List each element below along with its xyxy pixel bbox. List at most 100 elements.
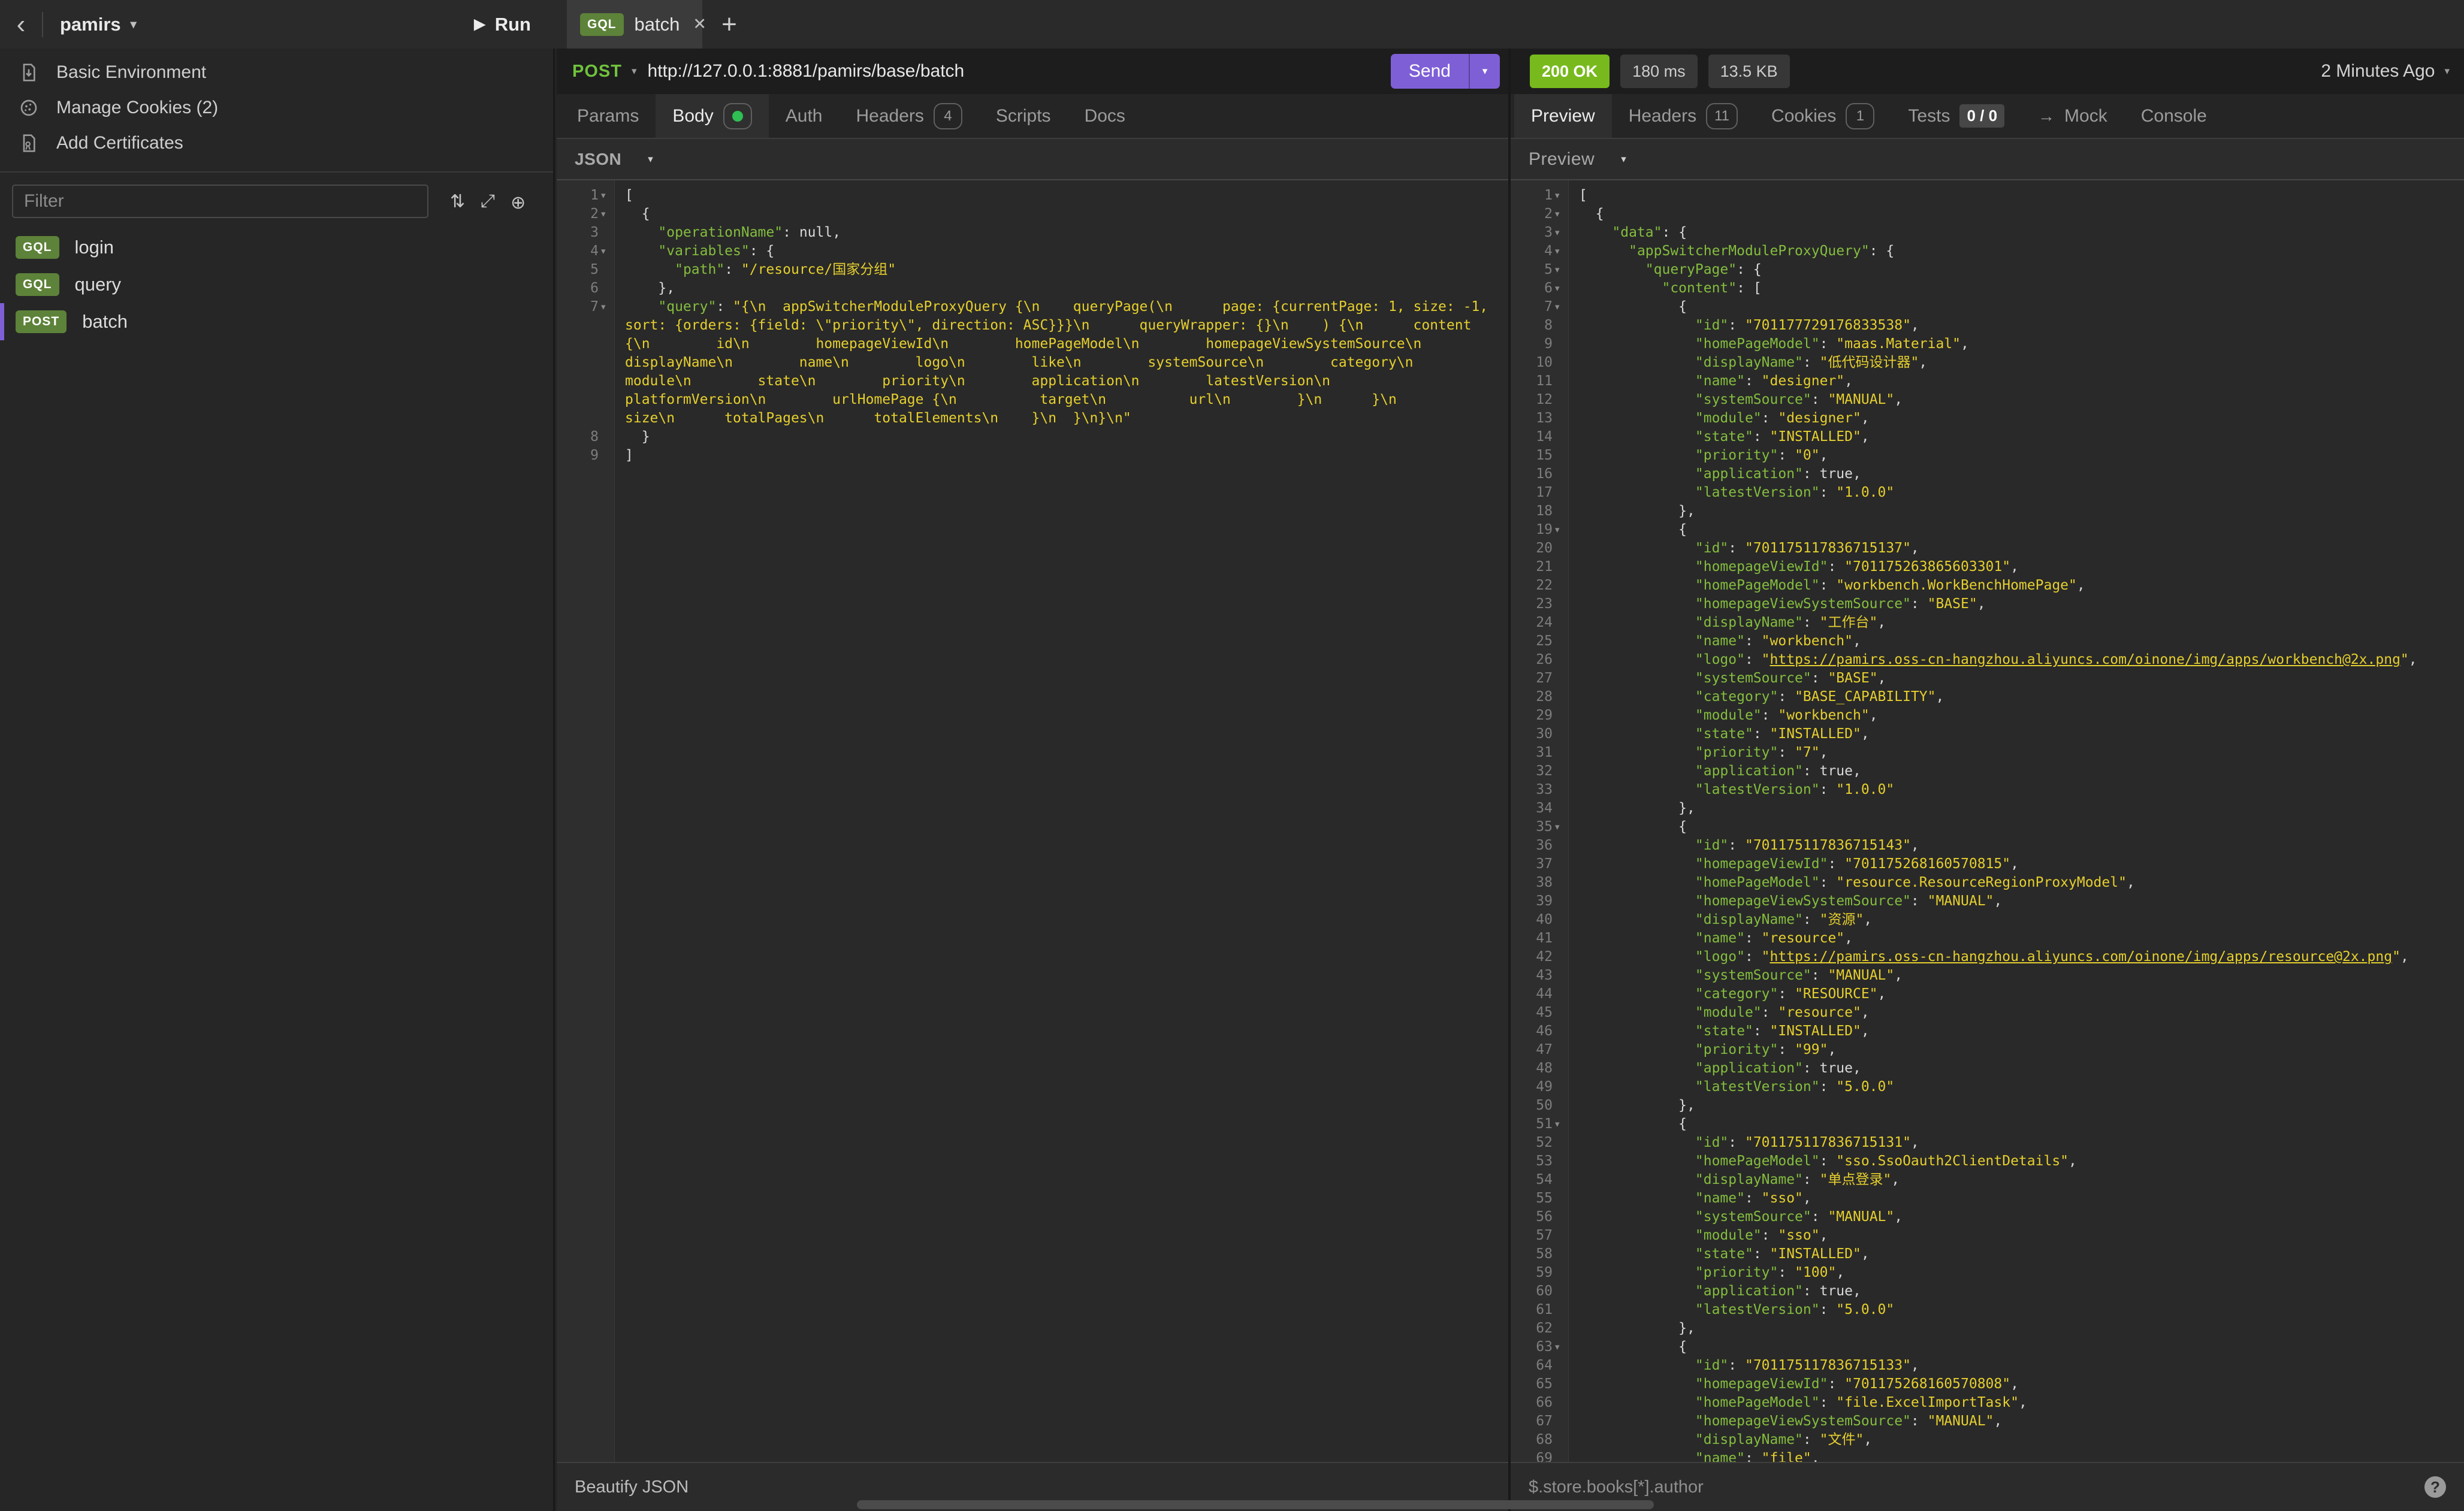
code-line: 18 }, bbox=[1511, 502, 2464, 521]
workspace-selector[interactable]: pamirs ▾ bbox=[60, 14, 137, 35]
help-icon: ? bbox=[2430, 1478, 2440, 1497]
request-item-query[interactable]: GQL query bbox=[0, 266, 553, 303]
code-line: 60 "application": true, bbox=[1511, 1282, 2464, 1301]
response-history-dropdown[interactable]: 2 Minutes Ago ▾ bbox=[2321, 61, 2450, 81]
code-line: 30 "state": "INSTALLED", bbox=[1511, 725, 2464, 744]
fold-caret-icon bbox=[1553, 465, 1568, 483]
tab-auth[interactable]: Auth bbox=[769, 94, 840, 138]
fold-caret-icon bbox=[1553, 1394, 1568, 1412]
fold-caret-icon[interactable]: ▾ bbox=[599, 205, 614, 223]
active-indicator bbox=[0, 303, 4, 340]
code-line: 2▾ { bbox=[1511, 205, 2464, 223]
code-line: 1▾[ bbox=[557, 186, 1508, 205]
request-body-editor[interactable]: 1▾[2▾ {3 "operationName": null,4▾ "varia… bbox=[557, 180, 1508, 1462]
filter-input[interactable] bbox=[12, 185, 428, 218]
new-tab-button[interactable]: + bbox=[702, 0, 756, 49]
fold-caret-icon[interactable]: ▾ bbox=[1553, 242, 1568, 261]
preview-mode-selector[interactable]: Preview bbox=[1529, 149, 1595, 170]
code-line: 9] bbox=[557, 446, 1508, 465]
back-button[interactable]: ‹ bbox=[0, 10, 42, 40]
tab-headers[interactable]: Headers 4 bbox=[839, 94, 979, 138]
fold-caret-icon[interactable]: ▾ bbox=[1553, 1115, 1568, 1134]
expand-all-button[interactable]: ⤢ bbox=[481, 191, 495, 211]
fold-caret-icon[interactable]: ▾ bbox=[1553, 186, 1568, 205]
code-line: 42 "logo": "https://pamirs.oss-cn-hangzh… bbox=[1511, 948, 2464, 966]
sort-icon: ⇅ bbox=[450, 192, 465, 211]
json-path-filter-input[interactable] bbox=[1529, 1477, 2424, 1497]
request-item-login[interactable]: GQL login bbox=[0, 229, 553, 266]
code-line: 31 "priority": "7", bbox=[1511, 744, 2464, 762]
fold-caret-icon bbox=[1553, 1449, 1568, 1462]
request-tab-batch[interactable]: GQL batch ✕ bbox=[567, 0, 702, 49]
fold-caret-icon[interactable]: ▾ bbox=[1553, 279, 1568, 298]
fold-caret-icon[interactable]: ▾ bbox=[1553, 223, 1568, 242]
add-circle-icon: ⊕ bbox=[511, 193, 526, 213]
fold-caret-icon bbox=[1553, 985, 1568, 1004]
code-line: 67 "homepageViewSystemSource": "MANUAL", bbox=[1511, 1412, 2464, 1431]
tab-mock[interactable]: → Mock bbox=[2021, 94, 2124, 138]
fold-caret-icon[interactable]: ▾ bbox=[1553, 818, 1568, 836]
horizontal-scrollbar-thumb[interactable] bbox=[857, 1500, 1654, 1509]
code-line: 19▾ { bbox=[1511, 521, 2464, 539]
code-line: 17 "latestVersion": "1.0.0" bbox=[1511, 483, 2464, 502]
request-item-batch[interactable]: POST batch bbox=[0, 303, 553, 340]
request-panel: POST ▾ Send ▾ Params Body Auth Headers 4 bbox=[557, 49, 1508, 1511]
fold-caret-icon[interactable]: ▾ bbox=[1553, 205, 1568, 223]
body-type-selector[interactable]: JSON bbox=[575, 150, 621, 169]
sidebar-item-cookies[interactable]: Manage Cookies (2) bbox=[0, 90, 553, 125]
fold-caret-icon[interactable]: ▾ bbox=[599, 242, 614, 261]
fold-caret-icon bbox=[1553, 706, 1568, 725]
send-options-button[interactable]: ▾ bbox=[1469, 54, 1500, 89]
fold-caret-icon[interactable]: ▾ bbox=[599, 186, 614, 205]
code-line: 56 "systemSource": "MANUAL", bbox=[1511, 1208, 2464, 1226]
fold-caret-icon bbox=[1553, 1301, 1568, 1319]
code-line: 45 "module": "resource", bbox=[1511, 1004, 2464, 1022]
fold-caret-icon[interactable]: ▾ bbox=[1553, 521, 1568, 539]
fold-caret-icon bbox=[1553, 1226, 1568, 1245]
fold-caret-icon[interactable]: ▾ bbox=[599, 298, 614, 428]
code-line: 2▾ { bbox=[557, 205, 1508, 223]
send-button[interactable]: Send bbox=[1391, 54, 1469, 89]
method-selector[interactable]: POST bbox=[572, 62, 622, 81]
fold-caret-icon bbox=[1553, 874, 1568, 892]
tab-cookies[interactable]: Cookies 1 bbox=[1755, 94, 1891, 138]
run-button[interactable]: ▶ Run bbox=[474, 14, 531, 35]
sidebar-item-environment[interactable]: Basic Environment bbox=[0, 55, 553, 90]
fold-caret-icon bbox=[599, 446, 614, 465]
fold-caret-icon bbox=[1553, 948, 1568, 966]
add-request-button[interactable]: ⊕ bbox=[511, 189, 526, 214]
fold-caret-icon[interactable]: ▾ bbox=[1553, 261, 1568, 279]
fold-caret-icon bbox=[1553, 502, 1568, 521]
response-headers-count-badge: 11 bbox=[1706, 103, 1738, 129]
fold-caret-icon bbox=[1553, 428, 1568, 446]
code-line: 4▾ "variables": { bbox=[557, 242, 1508, 261]
fold-caret-icon[interactable]: ▾ bbox=[1553, 298, 1568, 316]
tab-body[interactable]: Body bbox=[656, 94, 768, 138]
sort-button[interactable]: ⇅ bbox=[450, 191, 465, 212]
fold-caret-icon bbox=[1553, 446, 1568, 465]
tab-params[interactable]: Params bbox=[560, 94, 656, 138]
tab-preview[interactable]: Preview bbox=[1514, 94, 1612, 138]
response-tabs: Preview Headers 11 Cookies 1 Tests 0 / 0… bbox=[1511, 94, 2464, 139]
fold-caret-icon bbox=[1553, 799, 1568, 818]
tab-scripts[interactable]: Scripts bbox=[979, 94, 1068, 138]
fold-caret-icon bbox=[599, 223, 614, 242]
tab-response-headers[interactable]: Headers 11 bbox=[1612, 94, 1755, 138]
response-preview-editor[interactable]: 1▾[2▾ {3▾ "data": {4▾ "appSwitcherModule… bbox=[1511, 180, 2464, 1462]
fold-caret-icon[interactable]: ▾ bbox=[1553, 1338, 1568, 1356]
caret-down-icon: ▾ bbox=[632, 65, 637, 77]
beautify-json-button[interactable]: Beautify JSON bbox=[575, 1477, 689, 1497]
help-button[interactable]: ? bbox=[2424, 1476, 2446, 1498]
sidebar-item-certificates[interactable]: Add Certificates bbox=[0, 125, 553, 161]
tab-tests[interactable]: Tests 0 / 0 bbox=[1891, 94, 2021, 138]
fold-caret-icon bbox=[1553, 335, 1568, 353]
url-input[interactable] bbox=[648, 61, 1391, 81]
tab-docs[interactable]: Docs bbox=[1068, 94, 1142, 138]
fold-caret-icon bbox=[1553, 651, 1568, 669]
code-line: 62 }, bbox=[1511, 1319, 2464, 1338]
code-line: 69 "name": "file", bbox=[1511, 1449, 2464, 1462]
code-line: 49 "latestVersion": "5.0.0" bbox=[1511, 1078, 2464, 1096]
tab-console[interactable]: Console bbox=[2124, 94, 2224, 138]
code-line: 22 "homePageModel": "workbench.WorkBench… bbox=[1511, 576, 2464, 595]
cookie-icon bbox=[19, 98, 38, 117]
